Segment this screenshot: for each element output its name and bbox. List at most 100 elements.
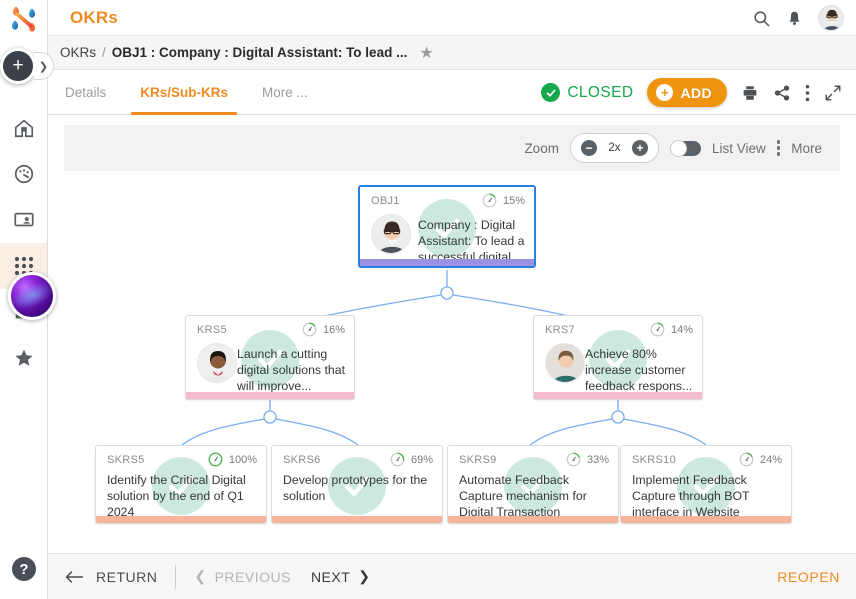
favorite-star-icon[interactable]: ★ [419,43,433,63]
tree-node-skrs10[interactable]: SKRS10 24% Implement Feedback Capture th… [620,445,792,524]
tab-details[interactable]: Details [48,70,123,115]
next-button[interactable]: NEXT ❯ [311,568,371,585]
node-code: SKRS9 [459,454,497,466]
breadcrumb: OKRs / OBJ1 : Company : Digital Assistan… [48,36,856,70]
app-title: OKRs [70,8,118,28]
node-progress-value: 100% [229,454,257,466]
node-code: SKRS5 [107,454,145,466]
share-icon [773,84,791,102]
okr-logo-icon[interactable] [4,4,44,38]
breadcrumb-separator: / [102,45,106,60]
node-status-bar [96,516,266,523]
tab-krs-subkrs[interactable]: KRs/Sub-KRs [123,70,245,115]
next-label: NEXT [311,569,350,585]
node-progress-value: 24% [760,454,782,466]
node-text: Implement Feedback Capture through BOT i… [632,472,783,520]
breadcrumb-root[interactable]: OKRs [60,45,96,60]
tree-node-krs5[interactable]: KRS5 16% [185,315,355,400]
presentation-user-icon [13,209,35,231]
node-code: SKRS10 [632,454,676,466]
app-topbar: OKRs [48,0,856,36]
node-progress: 16% [302,322,345,337]
node-progress: 24% [739,452,782,467]
user-avatar[interactable] [818,5,844,31]
node-progress: 33% [566,452,609,467]
search-button[interactable] [752,9,771,28]
check-circle-icon [541,83,560,102]
chevron-left-icon: ❮ [194,568,206,585]
progress-gauge-icon [650,322,665,337]
print-button[interactable] [741,84,759,102]
node-progress-value: 15% [503,195,525,207]
node-owner-avatar [371,214,411,254]
sidebar-item-dashboard[interactable] [0,151,47,197]
progress-gauge-icon [566,452,581,467]
fullscreen-button[interactable] [824,84,842,102]
node-text: Company : Digital Assistant: To lead a s… [418,217,526,265]
node-owner-avatar [197,343,237,383]
speedometer-dashboard-icon [13,163,35,185]
breadcrumb-current: OBJ1 : Company : Digital Assistant: To l… [112,45,408,60]
node-progress: 69% [390,452,433,467]
add-plus-icon: + [12,56,23,75]
progress-gauge-icon [739,452,754,467]
chevron-right-icon: ❯ [358,568,370,585]
node-status-bar [186,392,354,399]
help-question-icon[interactable]: ? [12,557,36,581]
add-button[interactable]: + ADD [647,78,727,107]
node-code: KRS7 [545,324,575,336]
node-status-bar [448,516,618,523]
progress-gauge-icon [482,193,497,208]
notification-bell-icon [786,9,803,28]
tab-more[interactable]: More ... [245,70,325,115]
status-badge: CLOSED [541,83,633,102]
node-progress-value: 14% [671,324,693,336]
node-progress-value: 33% [587,454,609,466]
node-code: OBJ1 [371,195,400,207]
more-options-button[interactable] [805,84,810,102]
expand-fullscreen-icon [824,84,842,102]
node-status-bar [272,516,442,523]
okr-tree-canvas: Zoom − 2x + List View More [48,115,856,553]
footer-toolbar: RETURN ❮ PREVIOUS NEXT ❯ REOPEN [48,553,856,599]
add-button-label: ADD [680,85,712,101]
node-text: Identify the Critical Digital solution b… [107,472,258,520]
okr-tree: OBJ1 15% [48,115,856,553]
tree-node-skrs9[interactable]: SKRS9 33% Automate Feedback Capture mech… [447,445,619,524]
home-icon [13,117,35,139]
sidebar-item-home[interactable] [0,105,47,151]
status-label: CLOSED [567,84,633,102]
node-code: KRS5 [197,324,227,336]
star-icon [13,347,35,369]
node-text: Develop prototypes for the solution [283,472,434,504]
previous-label: PREVIOUS [215,569,291,585]
left-nav-rail: + ❯ [0,0,48,599]
footer-divider [175,565,176,589]
purple-sphere-avatar[interactable] [8,272,56,320]
sidebar-item-favorites[interactable] [0,335,47,381]
share-button[interactable] [773,84,791,102]
tree-node-krs7[interactable]: KRS7 14% [533,315,703,400]
node-progress: 14% [650,322,693,337]
return-button[interactable]: RETURN [64,569,157,585]
tree-node-skrs6[interactable]: SKRS6 69% Develop prototypes for the sol… [271,445,443,524]
node-text: Launch a cutting digital solutions that … [237,346,346,394]
node-status-bar [534,392,702,399]
notifications-button[interactable] [786,9,803,28]
progress-gauge-icon [208,452,223,467]
chevron-right-icon: ❯ [39,60,48,73]
node-owner-avatar [545,343,585,383]
node-progress-value: 69% [411,454,433,466]
more-vertical-icon [805,84,810,102]
reopen-button[interactable]: REOPEN [777,569,840,585]
sidebar-add-button[interactable]: + [0,48,36,84]
node-progress-value: 16% [323,324,345,336]
node-text: Automate Feedback Capture mechanism for … [459,472,610,520]
sidebar-item-presentation[interactable] [0,197,47,243]
arrow-left-icon [64,570,84,584]
tree-node-obj1[interactable]: OBJ1 15% [358,185,536,268]
tree-node-skrs5[interactable]: SKRS5 100% Identify the Critical Digital… [95,445,267,524]
avatar-photo [819,6,844,31]
okr-app-window: + ❯ [0,0,856,599]
node-progress: 100% [208,452,257,467]
